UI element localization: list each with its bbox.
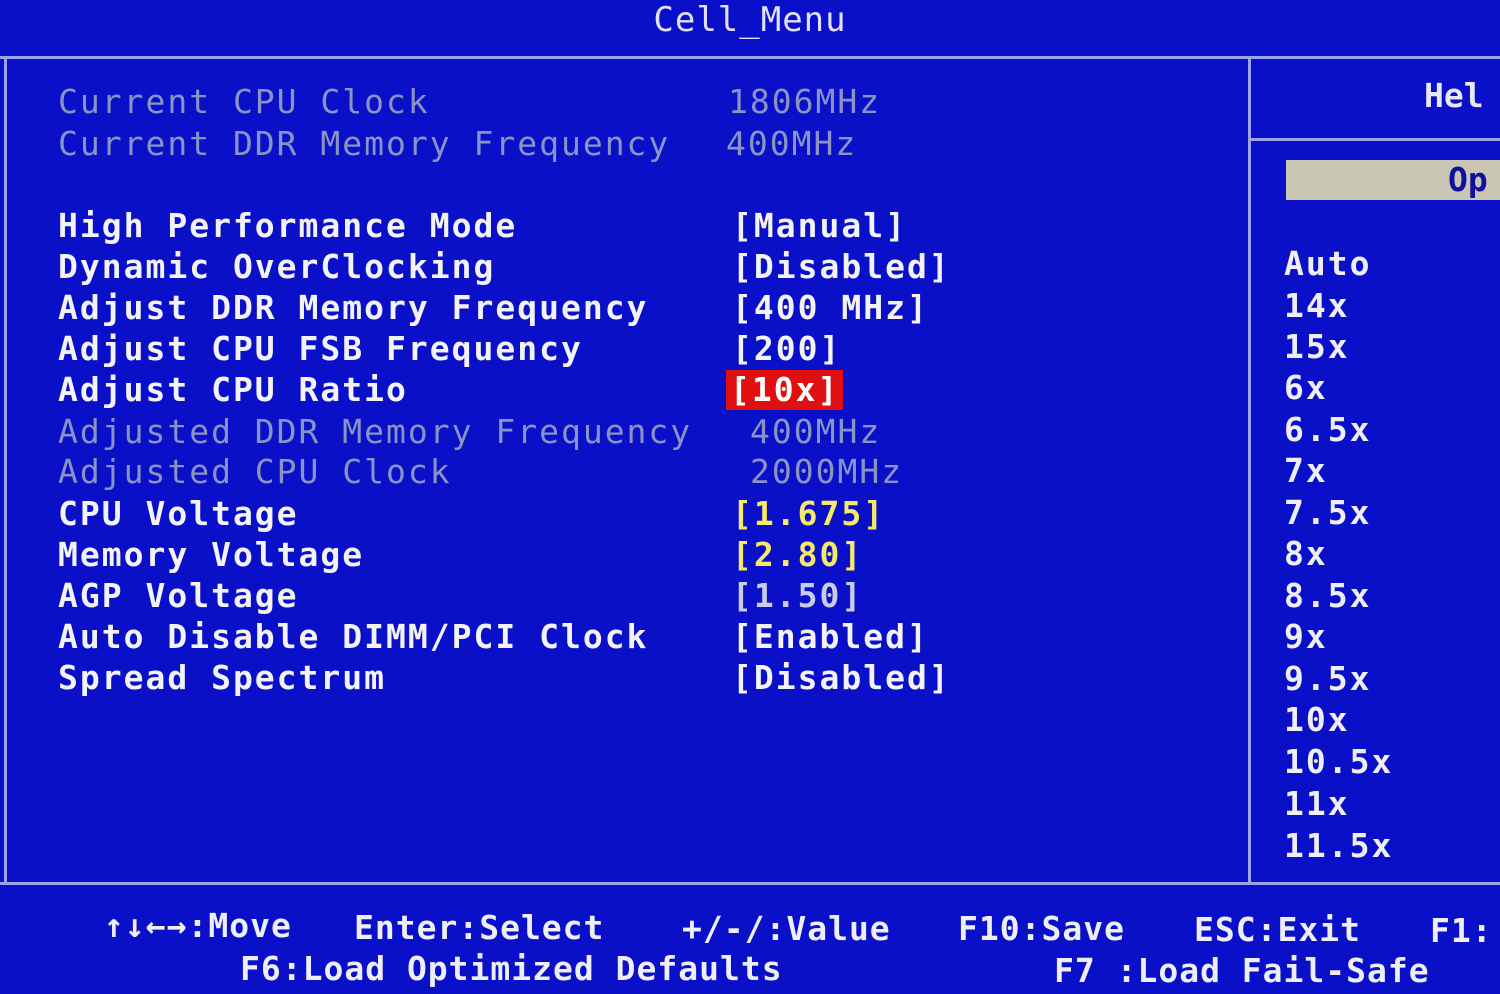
option-item[interactable]: 9x	[1284, 617, 1328, 657]
footer-value-hint: +/-/:Value	[682, 909, 891, 948]
info-value: 1806MHz	[728, 82, 882, 121]
option-item[interactable]: 9.5x	[1284, 659, 1371, 699]
footer-help-hint: F1:	[1430, 911, 1493, 950]
footer-move-hint: ↑↓←→:Move	[104, 906, 292, 945]
option-item[interactable]: 15x	[1284, 327, 1350, 367]
option-item[interactable]: Auto	[1284, 244, 1371, 284]
setting-value[interactable]: [Disabled]	[732, 247, 951, 287]
option-item[interactable]: 7x	[1284, 451, 1328, 491]
footer-load-failsafe-hint: F7 :Load Fail-Safe	[1054, 951, 1430, 990]
setting-value[interactable]: [400 MHz]	[732, 288, 929, 328]
options-header: Op	[1286, 160, 1500, 200]
option-item[interactable]: 14x	[1284, 286, 1350, 326]
frame-left-line	[4, 58, 7, 884]
setting-value[interactable]: [Disabled]	[732, 658, 951, 698]
info-value: 400MHz	[726, 124, 858, 163]
help-divider-line	[1250, 138, 1500, 141]
setting-label: Dynamic OverClocking	[58, 247, 496, 286]
setting-label: AGP Voltage	[58, 576, 299, 615]
setting-value[interactable]: [1.50]	[732, 576, 863, 616]
setting-value[interactable]: [1.675]	[732, 494, 885, 534]
setting-label: High Performance Mode	[58, 206, 518, 245]
frame-divider-line	[1248, 58, 1251, 884]
setting-label: Adjust CPU FSB Frequency	[58, 329, 583, 368]
setting-value[interactable]: [2.80]	[732, 535, 863, 575]
setting-value: 2000MHz	[750, 452, 904, 491]
setting-spread-spectrum[interactable]: Spread Spectrum [Disabled]	[58, 658, 949, 818]
option-item[interactable]: 8.5x	[1284, 576, 1371, 616]
help-title: Hel	[1424, 76, 1484, 115]
option-item[interactable]: 11.5x	[1284, 826, 1393, 866]
setting-value: 400MHz	[750, 412, 882, 451]
option-item[interactable]: 7.5x	[1284, 493, 1371, 533]
option-item[interactable]: 6x	[1284, 368, 1328, 408]
footer-exit-hint: ESC:Exit	[1194, 910, 1361, 949]
option-item[interactable]: 10x	[1284, 700, 1350, 740]
setting-label: Spread Spectrum	[58, 658, 387, 697]
setting-label: Memory Voltage	[58, 535, 365, 574]
info-label: Current CPU Clock	[58, 82, 430, 121]
footer-load-optimized-hint: F6:Load Optimized Defaults	[240, 949, 783, 988]
setting-label: Adjusted CPU Clock	[58, 452, 452, 491]
footer-select-hint: Enter:Select	[354, 908, 605, 947]
setting-label: Adjust CPU Ratio	[58, 370, 408, 409]
setting-value[interactable]: [Enabled]	[732, 617, 929, 657]
setting-label: Adjust DDR Memory Frequency	[58, 288, 649, 327]
option-item[interactable]: 8x	[1284, 534, 1328, 574]
info-label: Current DDR Memory Frequency	[58, 124, 671, 163]
setting-label: CPU Voltage	[58, 494, 299, 533]
footer-save-hint: F10:Save	[958, 909, 1125, 948]
settings-panel: Current CPU Clock 1806MHz Current DDR Me…	[8, 60, 1248, 882]
frame-top-line	[0, 56, 1500, 59]
option-item[interactable]: 6.5x	[1284, 410, 1371, 450]
setting-label: Auto Disable DIMM/PCI Clock	[58, 617, 649, 656]
setting-value-selected[interactable]: [10x]	[726, 370, 844, 410]
setting-value[interactable]: [200]	[732, 329, 841, 369]
option-item[interactable]: 10.5x	[1284, 742, 1393, 782]
setting-value[interactable]: [Manual]	[732, 206, 907, 246]
option-item[interactable]: 11x	[1284, 784, 1350, 824]
frame-bottom-line	[0, 882, 1500, 885]
setting-label: Adjusted DDR Memory Frequency	[58, 412, 693, 451]
bios-menu-title: Cell_Menu	[653, 0, 847, 40]
